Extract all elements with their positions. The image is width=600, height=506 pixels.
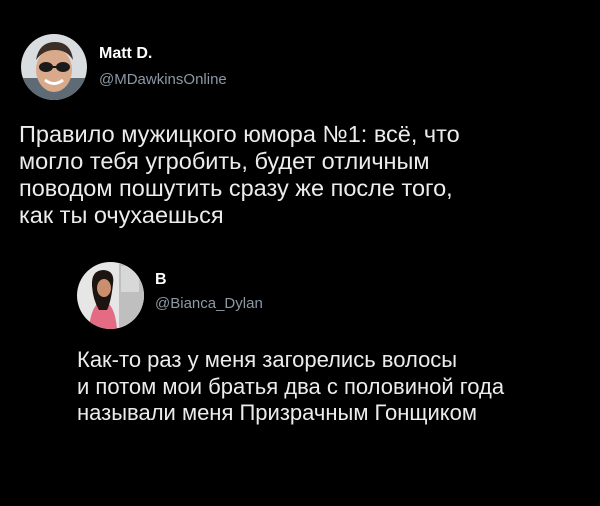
tweet-text-line: как ты очухаешься xyxy=(19,202,224,228)
tweet-text-line: Правило мужицкого юмора №1: всё, что xyxy=(19,121,460,147)
reply-text-line: Как-то раз у меня загорелись волосы xyxy=(77,347,458,372)
reply-author-handle[interactable]: @Bianca_Dylan xyxy=(155,295,263,312)
reply-avatar[interactable] xyxy=(77,262,144,329)
reply-text-line: называли меня Призрачным Гонщиком xyxy=(77,400,478,425)
tweet-card: Matt D. @MDawkinsOnline Правило мужицког… xyxy=(0,0,600,506)
author-name[interactable]: Matt D. xyxy=(99,45,152,63)
author-handle[interactable]: @MDawkinsOnline xyxy=(99,71,227,88)
tweet-text-line: могло тебя угробить, будет отличным xyxy=(19,148,430,174)
reply-text-line: и потом мои братья два с половиной года xyxy=(77,373,505,399)
tweet-text-line: поводом пошутить сразу же после того, xyxy=(19,175,453,201)
reply-text: Как-то раз у меня загорелись волосы и по… xyxy=(77,347,504,427)
avatar[interactable] xyxy=(21,34,87,100)
reply-author-name[interactable]: B xyxy=(155,271,167,289)
tweet-text: Правило мужицкого юмора №1: всё, что мог… xyxy=(19,121,460,229)
